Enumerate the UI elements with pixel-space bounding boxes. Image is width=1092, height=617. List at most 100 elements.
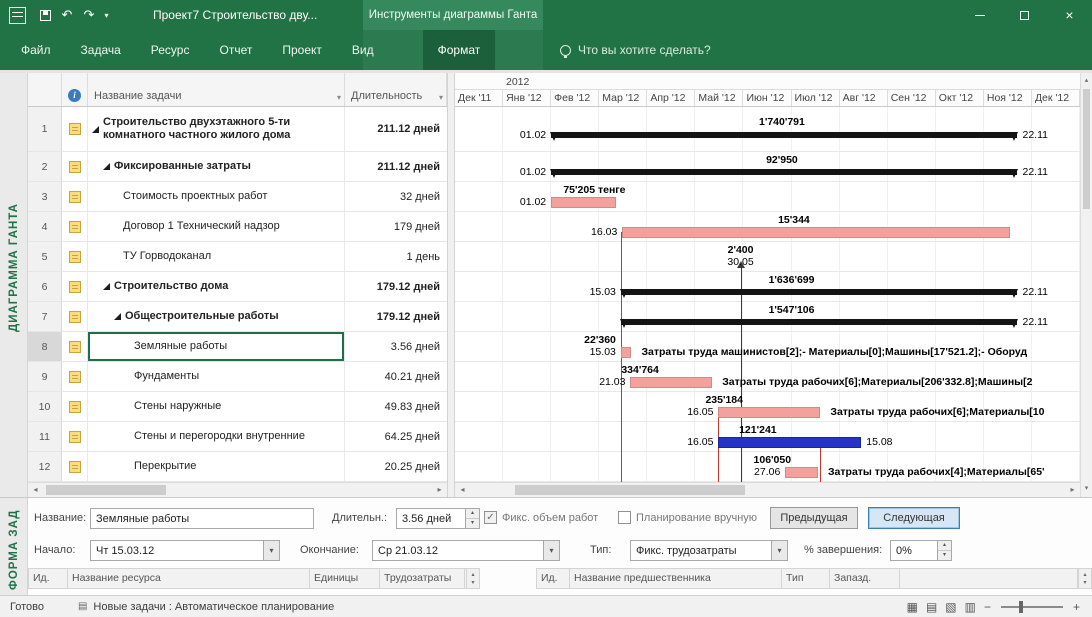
task-name-cell[interactable]: Договор 1 Технический надзор [88, 212, 345, 241]
pane-splitter[interactable] [447, 73, 455, 497]
task-bar[interactable] [718, 437, 862, 448]
previous-button[interactable]: Предыдущая [770, 507, 858, 529]
undo-button[interactable]: ↶ [56, 4, 78, 26]
chart-vscrollbar[interactable]: ▴ ▾ [1080, 73, 1092, 497]
duration-spinner[interactable]: ▴ ▾ [465, 509, 479, 528]
task-name-cell[interactable]: Стоимость проектных работ [88, 182, 345, 211]
row-number[interactable]: 1 [28, 107, 62, 151]
task-name-header[interactable]: Название задачи ▾ [88, 73, 345, 106]
sheet-view-button[interactable]: ▥ [965, 600, 976, 614]
task-name-cell[interactable]: ТУ Горводоканал [88, 242, 345, 271]
minimize-button[interactable] [957, 0, 1002, 30]
zoom-in-button[interactable]: + [1073, 600, 1080, 614]
scroll-left-icon[interactable]: ◂ [455, 483, 470, 497]
qat-customize-icon[interactable]: ▾ [100, 4, 113, 26]
row-number[interactable]: 3 [28, 182, 62, 211]
resource-grid-scrollbar[interactable]: ▴ ▾ [466, 568, 480, 589]
task-duration-cell[interactable]: 40.21 дней [345, 362, 447, 391]
row-number[interactable]: 6 [28, 272, 62, 301]
next-button[interactable]: Следующая [868, 507, 960, 529]
row-number[interactable]: 12 [28, 452, 62, 481]
row-number[interactable]: 10 [28, 392, 62, 421]
task-usage-view-button[interactable]: ▤ [926, 600, 937, 614]
task-bar[interactable] [620, 347, 632, 358]
start-date-select[interactable]: Чт 15.03.12 ▾ [90, 540, 280, 561]
collapse-icon[interactable] [103, 163, 110, 170]
task-name-cell[interactable]: Стены наружные [88, 392, 345, 421]
task-duration-cell[interactable]: 32 дней [345, 182, 447, 211]
row-number[interactable]: 5 [28, 242, 62, 271]
info-column-header[interactable]: i [62, 73, 88, 106]
duration-input[interactable]: 3.56 дней ▴ ▾ [396, 508, 480, 529]
row-number[interactable]: 9 [28, 362, 62, 391]
task-duration-cell[interactable]: 3.56 дней [345, 332, 447, 361]
summary-bar[interactable] [550, 132, 1019, 141]
task-bar[interactable] [630, 377, 713, 388]
collapse-icon[interactable] [103, 283, 110, 290]
task-name-cell[interactable]: Стены и перегородки внутренние [88, 422, 345, 451]
percent-complete-input[interactable]: 0% ▴ ▾ [890, 540, 952, 561]
duration-header[interactable]: Длительность ▾ [345, 73, 447, 106]
ribbon-tab[interactable]: Вид [337, 30, 389, 70]
spin-down-icon[interactable]: ▾ [466, 518, 479, 528]
task-type-select[interactable]: Фикс. трудозатраты ▾ [630, 540, 788, 561]
save-button[interactable] [34, 4, 56, 26]
predecessor-grid-scrollbar[interactable]: ▴ ▾ [1078, 568, 1092, 589]
ribbon-tab[interactable]: Отчет [204, 30, 267, 70]
scroll-thumb[interactable] [515, 485, 745, 495]
task-duration-cell[interactable]: 20.25 дней [345, 452, 447, 481]
ribbon-tab[interactable]: Проект [267, 30, 337, 70]
task-bar[interactable] [785, 467, 818, 478]
scroll-down-icon[interactable]: ▾ [471, 579, 474, 586]
team-planner-view-button[interactable]: ▧ [945, 600, 956, 614]
row-number-header[interactable] [28, 73, 62, 106]
scroll-down-icon[interactable]: ▾ [1081, 482, 1092, 496]
percent-spinner[interactable]: ▴ ▾ [937, 541, 951, 560]
filter-arrow-icon[interactable]: ▾ [439, 93, 443, 102]
status-new-tasks[interactable]: Новые задачи : Автоматическое планирован… [93, 601, 334, 613]
redo-button[interactable]: ↷ [78, 4, 100, 26]
manual-schedule-checkbox[interactable] [618, 511, 631, 524]
collapse-icon[interactable] [114, 313, 121, 320]
task-duration-cell[interactable]: 179.12 дней [345, 272, 447, 301]
task-name-cell[interactable]: Земляные работы [88, 332, 345, 361]
ribbon-tab[interactable]: Ресурс [136, 30, 205, 70]
row-number[interactable]: 7 [28, 302, 62, 331]
app-icon[interactable] [9, 6, 26, 24]
dropdown-icon[interactable]: ▾ [771, 541, 787, 560]
task-name-cell[interactable]: Фиксированные затраты [88, 152, 345, 181]
collapse-icon[interactable] [92, 125, 99, 133]
task-name-cell[interactable]: Фундаменты [88, 362, 345, 391]
row-number[interactable]: 2 [28, 152, 62, 181]
restore-button[interactable] [1002, 0, 1047, 30]
task-duration-cell[interactable]: 179.12 дней [345, 302, 447, 331]
scroll-left-icon[interactable]: ◂ [28, 483, 43, 497]
task-bar[interactable] [718, 407, 821, 418]
task-duration-cell[interactable]: 64.25 дней [345, 422, 447, 451]
scroll-up-icon[interactable]: ▴ [1083, 571, 1086, 578]
row-number[interactable]: 4 [28, 212, 62, 241]
ribbon-tab[interactable]: Формат [422, 30, 496, 70]
chart-hscrollbar[interactable]: ◂ ▸ [455, 482, 1080, 497]
fixed-work-checkbox[interactable]: ✓ [484, 511, 497, 524]
spin-up-icon[interactable]: ▴ [466, 509, 479, 518]
task-bar[interactable] [551, 197, 617, 208]
dropdown-icon[interactable]: ▾ [543, 541, 559, 560]
task-duration-cell[interactable]: 179 дней [345, 212, 447, 241]
task-duration-cell[interactable]: 211.12 дней [345, 107, 447, 151]
scroll-up-icon[interactable]: ▴ [1081, 74, 1092, 88]
tell-me-search[interactable]: Что вы хотите сделать? [560, 30, 711, 70]
zoom-slider[interactable] [1000, 601, 1063, 613]
summary-bar[interactable] [550, 169, 1019, 178]
close-button[interactable]: × [1047, 0, 1092, 30]
row-number[interactable]: 8 [28, 332, 62, 361]
scroll-right-icon[interactable]: ▸ [1065, 483, 1080, 497]
scroll-right-icon[interactable]: ▸ [432, 483, 447, 497]
summary-bar[interactable] [619, 289, 1019, 298]
task-duration-cell[interactable]: 211.12 дней [345, 152, 447, 181]
task-bar[interactable] [622, 227, 1011, 238]
scroll-down-icon[interactable]: ▾ [1083, 579, 1086, 586]
scroll-thumb[interactable] [1083, 89, 1090, 209]
task-name-cell[interactable]: Строительство двухэтажного 5-ти комнатно… [88, 107, 345, 151]
task-name-cell[interactable]: Строительство дома [88, 272, 345, 301]
